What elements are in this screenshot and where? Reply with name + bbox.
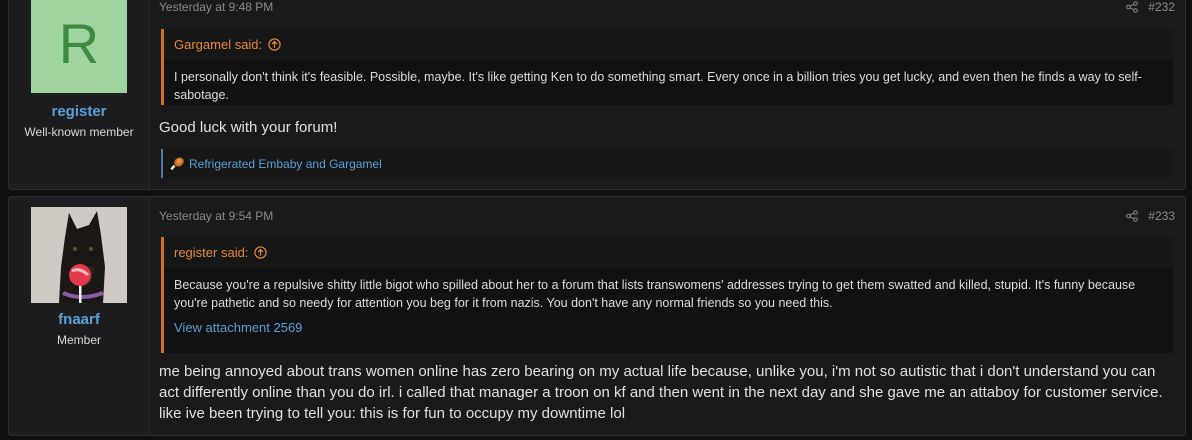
username-link[interactable]: register	[9, 103, 149, 120]
post: R register Well-known member Yesterday a…	[8, 0, 1186, 190]
quote-header: Gargamel said:	[164, 29, 1173, 60]
share-icon[interactable]	[1126, 1, 1139, 13]
post-number-link[interactable]: #232	[1148, 0, 1175, 14]
user-sidebar: R register Well-known member	[9, 0, 150, 189]
quote-author[interactable]: register said:	[174, 245, 248, 260]
share-icon[interactable]	[1126, 210, 1139, 222]
post-body: Good luck with your forum!	[159, 119, 338, 136]
user-title: Member	[56, 333, 101, 347]
view-attachment-link[interactable]: View attachment 2569	[164, 312, 1173, 345]
post-main: Yesterday at 9:48 PM #232 Gargamel said:…	[159, 0, 1185, 189]
quote-author[interactable]: Gargamel said:	[174, 37, 262, 52]
post-meta: #232	[1126, 0, 1175, 14]
arrow-up-circle-icon[interactable]	[268, 38, 281, 51]
reactions-bar[interactable]: Refrigerated Embaby and Gargamel	[161, 149, 1173, 178]
avatar[interactable]	[31, 207, 127, 303]
quote-block: register said: Because you're a repulsiv…	[161, 237, 1173, 353]
reactions-text[interactable]: Refrigerated Embaby and Gargamel	[189, 157, 382, 171]
post-meta: #233	[1126, 209, 1175, 223]
drumstick-icon	[170, 157, 184, 170]
username-link[interactable]: fnaarf	[9, 311, 149, 328]
arrow-up-circle-icon[interactable]	[254, 246, 268, 259]
quote-text: Because you're a repulsive shitty little…	[174, 278, 1136, 310]
post-date[interactable]: Yesterday at 9:54 PM	[159, 209, 273, 223]
quote-block: Gargamel said: I personally don't think …	[161, 29, 1173, 105]
quote-header: register said:	[164, 237, 1173, 268]
avatar[interactable]: R	[31, 0, 127, 93]
quote-text: I personally don't think it's feasible. …	[174, 70, 1142, 102]
post: fnaarf Member Yesterday at 9:54 PM #233 …	[8, 196, 1186, 436]
user-title: Well-known member	[24, 125, 134, 139]
post-number-link[interactable]: #233	[1148, 209, 1175, 223]
post-main: Yesterday at 9:54 PM #233 register said:…	[159, 197, 1185, 435]
post-date[interactable]: Yesterday at 9:48 PM	[159, 0, 273, 14]
post-body: me being annoyed about trans women onlin…	[159, 363, 1163, 422]
dog-avatar-image	[31, 207, 127, 303]
user-sidebar: fnaarf Member	[9, 197, 150, 435]
